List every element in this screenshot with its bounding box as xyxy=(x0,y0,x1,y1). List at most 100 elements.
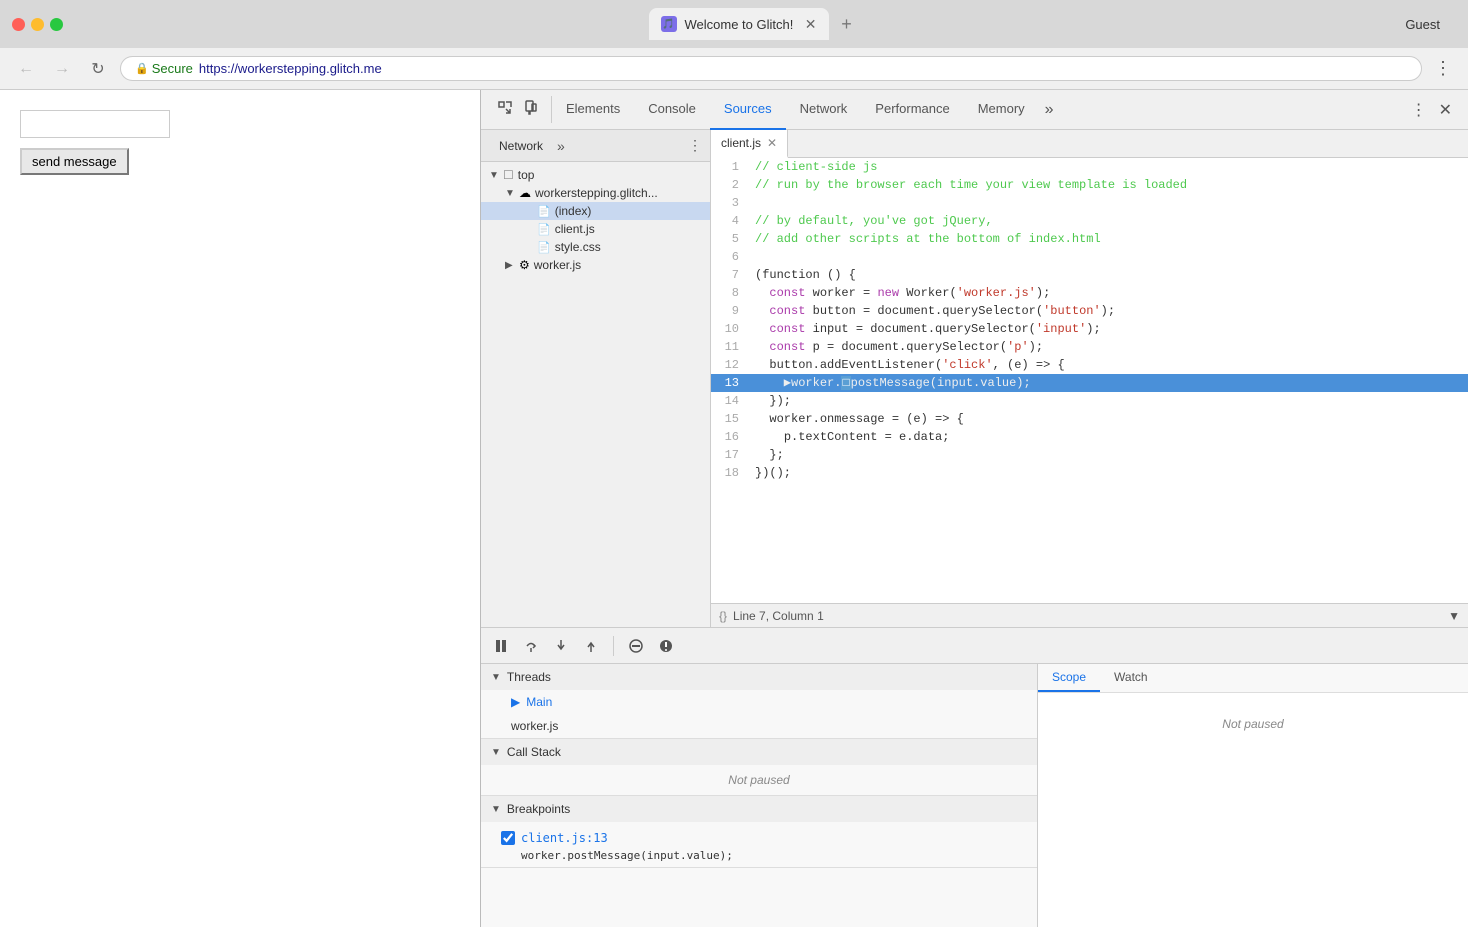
breakpoints-arrow-icon: ▼ xyxy=(491,804,501,815)
folder-icon: ☐ xyxy=(503,168,514,182)
scope-tab-scope[interactable]: Scope xyxy=(1038,664,1100,692)
threads-section-header[interactable]: ▼ Threads xyxy=(481,664,1037,690)
tab-memory[interactable]: Memory xyxy=(964,90,1039,130)
debugger-body: ▼ Threads ▶ Main worker.js xyxy=(481,664,1468,927)
thread-main-label: Main xyxy=(526,695,552,709)
breakpoint-checkbox[interactable] xyxy=(501,831,515,845)
step-into-button[interactable] xyxy=(549,634,573,658)
line-number: 15 xyxy=(711,410,751,428)
tree-item-domain[interactable]: ▼ ☁ workerstepping.glitch... xyxy=(481,184,710,202)
devtools-close-button[interactable]: ✕ xyxy=(1435,96,1456,124)
network-panel-tab[interactable]: Network xyxy=(489,135,553,157)
tab-bar: 🎵 Welcome to Glitch! ✕ + xyxy=(569,8,943,40)
pause-on-exceptions-button[interactable] xyxy=(654,634,678,658)
code-line-2: 2 // run by the browser each time your v… xyxy=(711,176,1468,194)
tab-network[interactable]: Network xyxy=(786,90,862,130)
tab-elements[interactable]: Elements xyxy=(552,90,634,130)
devtools-settings-button[interactable]: ⋮ xyxy=(1407,96,1431,124)
secure-label: Secure xyxy=(152,61,193,76)
code-tab-close-button[interactable]: ✕ xyxy=(767,136,777,150)
tree-label-clientjs: client.js xyxy=(555,222,595,236)
back-button[interactable]: ← xyxy=(12,55,40,83)
deactivate-breakpoints-button[interactable] xyxy=(624,634,648,658)
code-tabs: client.js ✕ xyxy=(711,130,1468,158)
code-line-13: 13 ▶worker.□postMessage(input.value); xyxy=(711,374,1468,392)
forward-button[interactable]: → xyxy=(48,55,76,83)
code-line-11: 11 const p = document.querySelector('p')… xyxy=(711,338,1468,356)
step-out-button[interactable] xyxy=(579,634,603,658)
tab-console[interactable]: Console xyxy=(634,90,710,130)
code-line-8: 8 const worker = new Worker('worker.js')… xyxy=(711,284,1468,302)
minimize-button[interactable] xyxy=(31,18,44,31)
active-tab[interactable]: 🎵 Welcome to Glitch! ✕ xyxy=(649,8,829,40)
tree-item-stylecss[interactable]: 📄 style.css xyxy=(481,238,710,256)
url-bar[interactable]: 🔒 Secure https://workerstepping.glitch.m… xyxy=(120,56,1422,81)
devtools-actions: ⋮ ✕ xyxy=(1399,96,1464,124)
tab-sources[interactable]: Sources xyxy=(710,90,786,130)
maximize-button[interactable] xyxy=(50,18,63,31)
tab-close-button[interactable]: ✕ xyxy=(805,16,817,33)
call-stack-section-header[interactable]: ▼ Call Stack xyxy=(481,739,1037,765)
call-stack-label: Call Stack xyxy=(507,745,561,759)
line-content: const button = document.querySelector('b… xyxy=(751,302,1468,320)
browser-menu-button[interactable]: ⋮ xyxy=(1430,54,1456,83)
line-content xyxy=(751,248,1468,266)
device-toolbar-button[interactable] xyxy=(519,96,543,123)
code-line-16: 16 p.textContent = e.data; xyxy=(711,428,1468,446)
tree-item-workerjs[interactable]: ▶ ⚙ worker.js xyxy=(481,256,710,274)
file-panel-header: Network » ⋮ xyxy=(481,130,710,162)
tree-item-top[interactable]: ▼ ☐ top xyxy=(481,166,710,184)
line-content: // by default, you've got jQuery, xyxy=(751,212,1468,230)
code-content[interactable]: 1 // client-side js 2 // run by the brow… xyxy=(711,158,1468,603)
line-content: button.addEventListener('click', (e) => … xyxy=(751,356,1468,374)
line-content: }; xyxy=(751,446,1468,464)
line-content: worker.onmessage = (e) => { xyxy=(751,410,1468,428)
line-number: 13 xyxy=(711,374,751,392)
thread-item-main[interactable]: ▶ Main xyxy=(481,690,1037,714)
scope-not-paused: Not paused xyxy=(1038,701,1468,747)
send-message-button[interactable]: send message xyxy=(20,148,129,175)
code-line-17: 17 }; xyxy=(711,446,1468,464)
code-tab-clientjs[interactable]: client.js ✕ xyxy=(711,130,788,158)
line-content: // client-side js xyxy=(751,158,1468,176)
line-number: 2 xyxy=(711,176,751,194)
tree-arrow: ▼ xyxy=(489,170,499,181)
guest-label: Guest xyxy=(1405,17,1440,32)
code-line-5: 5 // add other scripts at the bottom of … xyxy=(711,230,1468,248)
file-icon: 📄 xyxy=(537,205,551,218)
threads-arrow-icon: ▼ xyxy=(491,672,501,683)
line-content: p.textContent = e.data; xyxy=(751,428,1468,446)
panel-menu-button[interactable]: ⋮ xyxy=(688,137,702,154)
pause-resume-button[interactable] xyxy=(489,634,513,658)
tree-item-clientjs[interactable]: 📄 client.js xyxy=(481,220,710,238)
line-content: // add other scripts at the bottom of in… xyxy=(751,230,1468,248)
devtools-tabs: Elements Console Sources Network Perform… xyxy=(552,90,1399,130)
line-number: 12 xyxy=(711,356,751,374)
scope-tab-watch[interactable]: Watch xyxy=(1100,664,1162,692)
line-number: 10 xyxy=(711,320,751,338)
line-content: const input = document.querySelector('in… xyxy=(751,320,1468,338)
tree-arrow: ▼ xyxy=(505,188,515,199)
tree-label-top: top xyxy=(518,168,535,182)
thread-item-workerjs[interactable]: worker.js xyxy=(481,714,1037,738)
breakpoints-section-header[interactable]: ▼ Breakpoints xyxy=(481,796,1037,822)
url-text: https://workerstepping.glitch.me xyxy=(199,61,382,76)
close-button[interactable] xyxy=(12,18,25,31)
breakpoints-section: ▼ Breakpoints client.js:13 worker.postMe… xyxy=(481,796,1037,868)
reload-button[interactable]: ↻ xyxy=(84,55,112,83)
message-input[interactable] xyxy=(20,110,170,138)
code-status-bar: {} Line 7, Column 1 ▼ xyxy=(711,603,1468,627)
panel-tabs-overflow[interactable]: » xyxy=(557,138,565,154)
file-icon-blue: 📄 xyxy=(537,241,551,254)
tree-item-index[interactable]: 📄 (index) xyxy=(481,202,710,220)
breakpoint-item-1: client.js:13 worker.postMessage(input.va… xyxy=(481,822,1037,867)
step-over-button[interactable] xyxy=(519,634,543,658)
tab-performance[interactable]: Performance xyxy=(861,90,963,130)
line-number: 14 xyxy=(711,392,751,410)
expand-button[interactable]: ▼ xyxy=(1448,609,1460,623)
element-picker-button[interactable] xyxy=(493,96,517,123)
tabs-overflow-button[interactable]: » xyxy=(1039,93,1060,127)
file-icon-yellow: 📄 xyxy=(537,223,551,236)
call-stack-section: ▼ Call Stack Not paused xyxy=(481,739,1037,796)
new-tab-button[interactable]: + xyxy=(831,8,863,40)
